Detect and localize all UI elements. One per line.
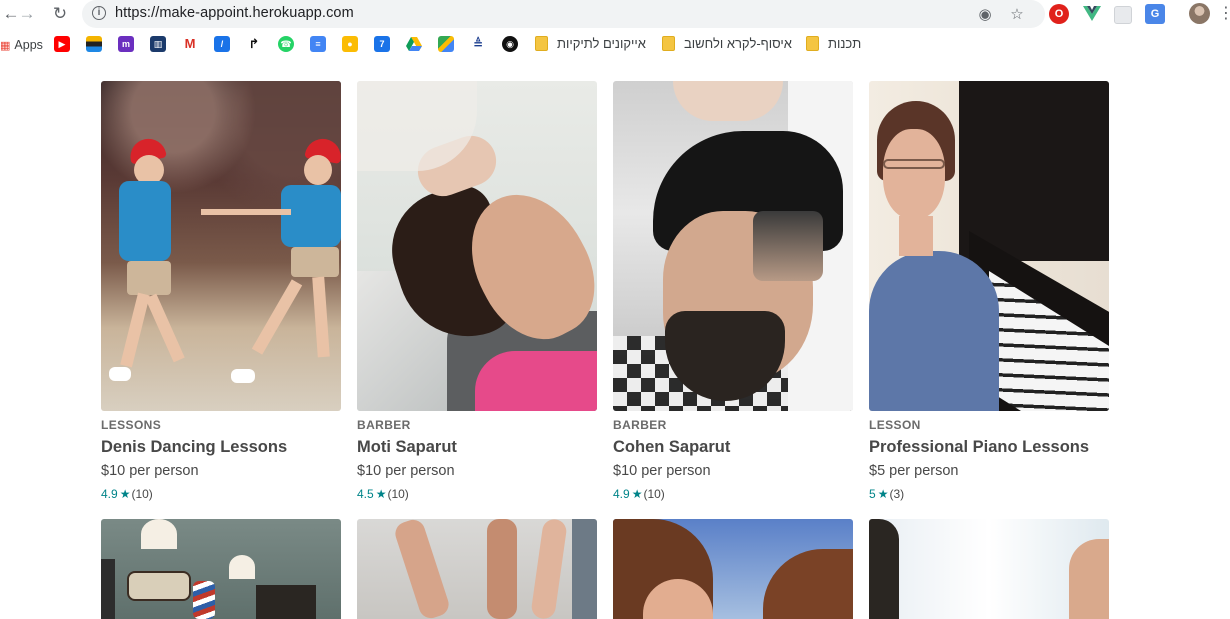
calendar-icon[interactable]: 7: [374, 36, 390, 52]
address-bar[interactable]: i https://make-appoint.herokuapp.com ◉ ☆: [82, 0, 1045, 28]
menu-icon[interactable]: ⋮: [1218, 4, 1230, 24]
card-category: LESSONS: [101, 418, 162, 432]
vue-devtools-icon[interactable]: [1082, 4, 1102, 24]
bookmark-folder[interactable]: תכנות: [806, 36, 861, 51]
folder-icon: [535, 36, 548, 51]
star-icon: ★: [877, 487, 889, 501]
google-keep-icon[interactable]: ●: [342, 36, 358, 52]
bookmark-folder[interactable]: אייקונים לתיקיות: [535, 36, 646, 51]
star-icon: ★: [119, 487, 131, 501]
card-title[interactable]: Moti Saparut: [357, 438, 457, 457]
card-category: LESSON: [869, 418, 921, 432]
card-image-piano[interactable]: [869, 81, 1109, 411]
google-docs-icon[interactable]: ≡: [310, 36, 326, 52]
israel-railways-icon[interactable]: ≜: [470, 36, 486, 52]
card-image-barbershop[interactable]: [101, 519, 341, 619]
card-price: $10 per person: [613, 463, 711, 479]
card-image-hands[interactable]: [357, 519, 597, 619]
card-image-hair-wash[interactable]: [357, 81, 597, 411]
star-icon: ★: [631, 487, 643, 501]
card-image-dancing[interactable]: [101, 81, 341, 411]
folder-label: תכנות: [828, 36, 862, 51]
card-price: $10 per person: [357, 463, 455, 479]
app-icon[interactable]: /: [214, 36, 230, 52]
rating-value: 4.9: [613, 487, 630, 501]
info-icon[interactable]: i: [92, 6, 106, 20]
location-target-icon[interactable]: ◉: [975, 4, 995, 24]
card-image-meeting[interactable]: [869, 519, 1109, 619]
extension-icon[interactable]: [1114, 6, 1132, 24]
review-count: (10): [131, 487, 153, 501]
card-image-haircut[interactable]: [613, 81, 853, 411]
rating-value: 4.9: [101, 487, 118, 501]
card-title[interactable]: Denis Dancing Lessons: [101, 438, 287, 457]
avatar[interactable]: [1189, 3, 1210, 24]
google-drive-icon[interactable]: [406, 36, 422, 52]
reload-icon[interactable]: ↻: [49, 4, 71, 24]
apps-grid-icon: ▦: [0, 39, 11, 52]
rating-value: 5: [869, 487, 876, 501]
youtube-icon[interactable]: ▶: [54, 36, 70, 52]
bookmark-folder[interactable]: איסוף-לקרא ולחשוב: [662, 36, 792, 51]
review-count: (10): [387, 487, 409, 501]
github-icon[interactable]: ◉: [502, 36, 518, 52]
apps-shortcut[interactable]: ▦ Apps: [0, 38, 43, 52]
card-price: $10 per person: [101, 463, 199, 479]
card-category: BARBER: [613, 418, 667, 432]
card-price: $5 per person: [869, 463, 959, 479]
trello-icon[interactable]: ▥: [150, 36, 166, 52]
card-rating: 4.9 ★ (10): [613, 487, 665, 501]
star-icon: ★: [375, 487, 387, 501]
bookmark-star-icon[interactable]: ☆: [1007, 4, 1027, 24]
opera-vpn-icon[interactable]: O: [1049, 4, 1069, 24]
card-rating: 4.5 ★ (10): [357, 487, 409, 501]
card-title[interactable]: Professional Piano Lessons: [869, 438, 1089, 457]
card-title[interactable]: Cohen Saparut: [613, 438, 730, 457]
card-rating: 4.9 ★ (10): [101, 487, 153, 501]
folder-label: אייקונים לתיקיות: [557, 36, 646, 51]
ynet-icon[interactable]: [86, 36, 102, 52]
folder-label: איסוף-לקרא ולחשוב: [684, 36, 792, 51]
review-count: (3): [889, 487, 905, 501]
gmail-icon[interactable]: M: [182, 36, 198, 52]
card-rating: 5 ★ (3): [869, 487, 904, 501]
apps-label: Apps: [14, 38, 43, 52]
folder-icon: [806, 36, 819, 51]
bookmarks-bar: ▦ Apps ▶ m ▥ M / ↱ ☎ ≡ ● 7 ≜ ◉ אייקונים …: [0, 30, 1230, 60]
card-category: BARBER: [357, 418, 411, 432]
whatsapp-icon[interactable]: ☎: [278, 36, 294, 52]
google-play-icon[interactable]: ↱: [246, 36, 262, 52]
folder-icon: [662, 36, 675, 51]
google-translate-icon[interactable]: G: [1145, 4, 1165, 24]
review-count: (10): [643, 487, 665, 501]
arrow-right-icon[interactable]: →: [16, 4, 38, 24]
card-image-salon[interactable]: [613, 519, 853, 619]
browser-toolbar: ← → ↻ i https://make-appoint.herokuapp.c…: [0, 0, 1230, 28]
twitch-icon[interactable]: m: [118, 36, 134, 52]
google-maps-icon[interactable]: [438, 36, 454, 52]
rating-value: 4.5: [357, 487, 374, 501]
url-text[interactable]: https://make-appoint.herokuapp.com: [115, 5, 354, 21]
